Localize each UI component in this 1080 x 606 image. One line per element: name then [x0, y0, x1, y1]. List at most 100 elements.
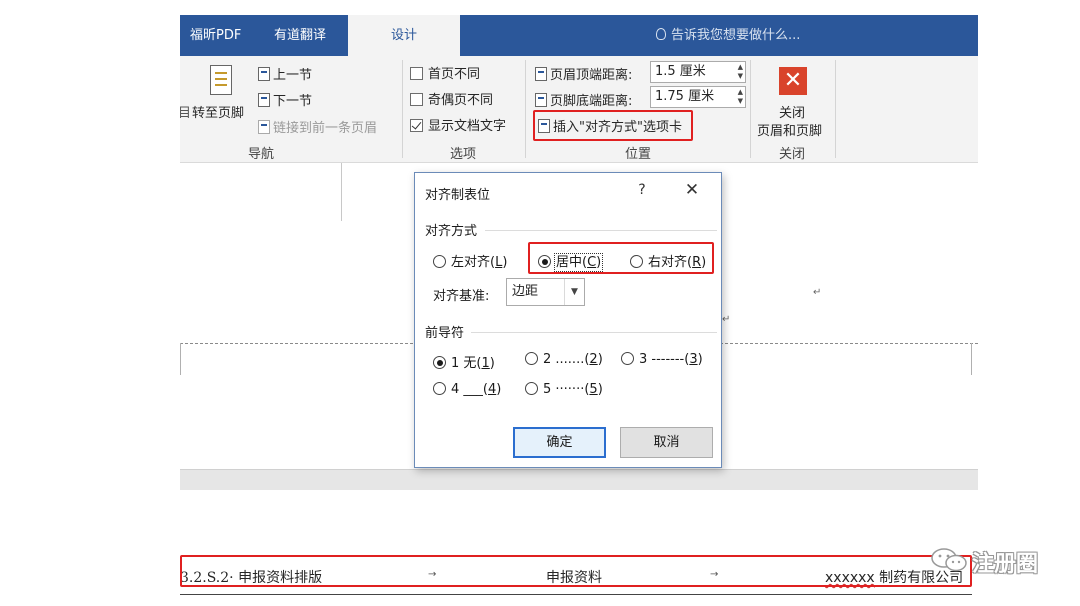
accesskey: L: [495, 255, 503, 270]
close-header-footer-line2[interactable]: 页眉和页脚: [757, 120, 822, 139]
page-margin-guide: [341, 163, 342, 221]
accesskey: 4: [487, 382, 497, 397]
goto-footer-icon: [210, 65, 232, 95]
highlight-header-line: [180, 555, 972, 587]
tell-me-search[interactable]: 告诉我您想要做什么...: [656, 15, 800, 56]
link-previous-button[interactable]: 链接到前一条页眉: [258, 117, 377, 136]
odd-even-different-checkbox[interactable]: 奇偶页不同: [410, 89, 493, 108]
radio-leader-middle-dots-label: 5 ·······(: [543, 382, 590, 397]
radio-leader-dashes-label: 3 -------(: [639, 352, 690, 367]
highlight-alignment-options: [528, 242, 714, 274]
header-top-distance-label: 页眉顶端距离:: [535, 64, 632, 83]
cancel-button[interactable]: 取消: [620, 427, 713, 458]
footer-bottom-distance-input[interactable]: 1.75 厘米 ▲ ▼: [650, 86, 746, 108]
next-section-label: 下一节: [273, 94, 313, 109]
watermark-text: 注册圈: [972, 552, 1039, 577]
radio-leader-dots[interactable]: 2 .......(2): [525, 352, 603, 367]
accesskey: 3: [689, 352, 698, 367]
group-label-close: 关闭: [779, 147, 806, 162]
alignment-base-value: 边距: [512, 284, 539, 299]
tab-foxit-pdf[interactable]: 福昕PDF: [190, 15, 241, 56]
help-icon[interactable]: ?: [636, 182, 648, 198]
header-top-distance-text: 页眉顶端距离:: [550, 68, 633, 83]
wechat-logo-icon: [931, 548, 967, 572]
header-top-distance-value: 1.5 厘米: [655, 64, 706, 79]
paragraph-mark: ↵: [722, 314, 731, 325]
link-previous-icon: [258, 120, 270, 134]
tab-design[interactable]: 设计: [348, 15, 460, 56]
radio-icon: [621, 352, 634, 365]
close-icon[interactable]: ✕: [683, 180, 701, 200]
first-page-different-checkbox[interactable]: 首页不同: [410, 63, 480, 82]
page-edge-right: [971, 343, 972, 375]
header-distance-icon: [535, 67, 547, 81]
show-document-text-label: 显示文档文字: [428, 119, 507, 134]
alignment-base-select[interactable]: 边距 ▼: [506, 278, 585, 306]
close-header-footer-line1[interactable]: 关闭: [779, 102, 805, 121]
group-label-position: 位置: [625, 147, 652, 162]
group-label-options: 选项: [450, 147, 477, 162]
close-x-icon[interactable]: ✕: [779, 67, 807, 95]
dialog-title: 对齐制表位: [425, 188, 491, 203]
goto-footer-button[interactable]: 转至页脚: [192, 102, 244, 121]
spinner-arrows-icon[interactable]: ▲ ▼: [738, 63, 743, 81]
footer-bottom-distance-value: 1.75 厘米: [655, 89, 715, 104]
section-divider: [485, 230, 717, 231]
alignment-tab-dialog: 对齐制表位 ? ✕ 对齐方式 左对齐(L) 居中(C) 右对齐(R) 对齐基准:…: [414, 172, 722, 468]
ok-button[interactable]: 确定: [513, 427, 606, 458]
checkbox-icon: [410, 93, 423, 106]
odd-even-different-label: 奇偶页不同: [428, 93, 494, 108]
footer-distance-icon: [535, 93, 547, 107]
tell-me-text: 告诉我您想要做什么...: [671, 28, 801, 43]
header-bottom-border: [180, 594, 972, 595]
section-divider: [471, 332, 717, 333]
tab-youdao-translate[interactable]: 有道翻译: [274, 15, 326, 56]
radio-align-left[interactable]: 左对齐(L): [433, 251, 507, 270]
show-document-text-checkbox[interactable]: 显示文档文字: [410, 115, 506, 134]
chevron-down-icon[interactable]: ▼: [564, 279, 584, 305]
cut-off-icon-char: 目: [178, 106, 192, 121]
checkbox-icon: [410, 67, 423, 80]
footer-bottom-distance-text: 页脚底端距离:: [550, 94, 633, 109]
group-divider: [525, 60, 526, 158]
watermark: 注册圈: [920, 543, 1050, 577]
paragraph-mark: ↵: [813, 287, 822, 298]
radio-icon: [433, 382, 446, 395]
radio-leader-underline[interactable]: 4 ___(4): [433, 382, 501, 397]
alignment-base-label: 对齐基准:: [433, 289, 490, 304]
radio-leader-none-label: 1 无(: [451, 356, 482, 371]
first-page-different-label: 首页不同: [428, 67, 481, 82]
group-divider: [750, 60, 751, 158]
page-gap: [180, 469, 978, 490]
prev-section-label: 上一节: [273, 68, 313, 83]
radio-icon: [433, 255, 446, 268]
group-divider: [835, 60, 836, 158]
prev-section-icon: [258, 67, 270, 81]
next-section-icon: [258, 93, 270, 107]
checkbox-checked-icon: [410, 119, 423, 132]
highlight-insert-alignment-tab: [533, 110, 693, 141]
accesskey: 5: [589, 382, 598, 397]
page-edge-left: [180, 343, 181, 375]
radio-leader-none[interactable]: 1 无(1): [433, 352, 495, 371]
header-top-distance-input[interactable]: 1.5 厘米 ▲ ▼: [650, 61, 746, 83]
radio-selected-icon: [433, 356, 446, 369]
radio-icon: [525, 382, 538, 395]
radio-leader-dashes[interactable]: 3 -------(3): [621, 352, 703, 367]
lightbulb-icon: [656, 28, 666, 40]
group-divider: [402, 60, 403, 158]
radio-icon: [525, 352, 538, 365]
radio-leader-dots-label: 2 .......(: [543, 352, 590, 367]
group-label-navigation: 导航: [248, 147, 275, 162]
radio-leader-middle-dots[interactable]: 5 ·······(5): [525, 382, 603, 397]
leader-section-label: 前导符: [425, 326, 465, 341]
prev-section-button[interactable]: 上一节: [258, 64, 312, 83]
accesskey: 1: [481, 356, 490, 371]
accesskey: 2: [589, 352, 598, 367]
next-section-button[interactable]: 下一节: [258, 90, 312, 109]
alignment-section-label: 对齐方式: [425, 224, 478, 239]
link-previous-label: 链接到前一条页眉: [273, 121, 378, 136]
radio-align-left-label: 左对齐(: [451, 255, 496, 270]
radio-leader-underline-label: 4 ___(: [451, 382, 488, 397]
spinner-arrows-icon[interactable]: ▲ ▼: [738, 88, 743, 106]
